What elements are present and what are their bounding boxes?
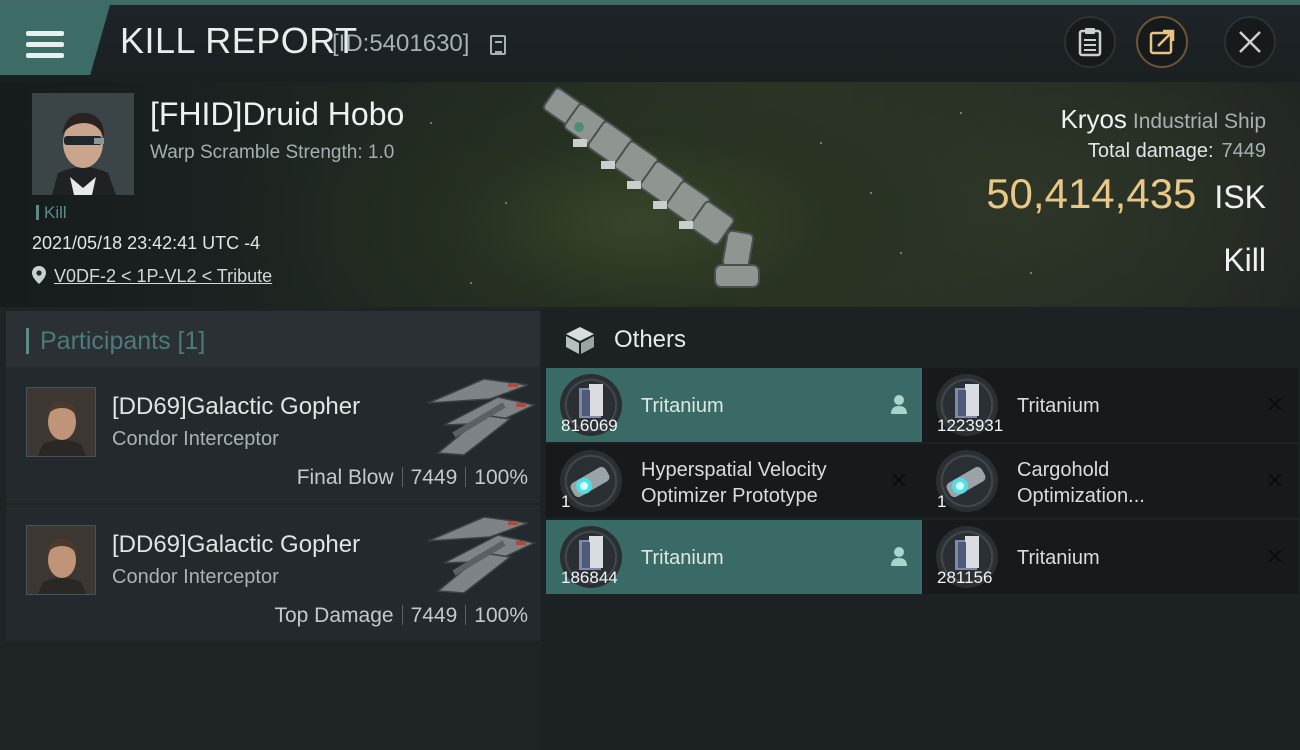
item-quantity: 1223931 bbox=[937, 416, 1004, 435]
participants-header: Participants [1] bbox=[6, 311, 540, 368]
result-tag: Kill bbox=[36, 203, 67, 223]
close-icon bbox=[1239, 31, 1261, 53]
participant-ship: Condor Interceptor bbox=[112, 566, 279, 588]
others-title: Others bbox=[614, 326, 687, 353]
cube-icon bbox=[566, 327, 594, 354]
item-quantity: 281156 bbox=[937, 568, 993, 587]
destroyed-x-icon bbox=[1264, 469, 1286, 491]
participant-ship: Condor Interceptor bbox=[112, 428, 279, 450]
participant-avatar[interactable] bbox=[26, 387, 96, 457]
close-button[interactable] bbox=[1224, 16, 1276, 68]
total-damage-label: Total damage: bbox=[1087, 140, 1214, 162]
item-name: Hyperspatial Velocity Optimizer Prototyp… bbox=[641, 457, 827, 509]
hamburger-menu-icon bbox=[26, 31, 64, 58]
pilot-portrait-image bbox=[27, 526, 95, 594]
loot-item[interactable]: 186844 Tritanium bbox=[546, 520, 922, 594]
others-header: Others bbox=[542, 307, 1300, 367]
item-name-line: Optimization... bbox=[1017, 485, 1145, 507]
participant-row[interactable]: [DD69]Galactic Gopher Condor Interceptor… bbox=[6, 505, 540, 641]
participant-role: Final Blow bbox=[296, 466, 394, 489]
loot-item[interactable]: 1 Cargohold Optimization... bbox=[922, 444, 1298, 518]
dropped-person-icon bbox=[888, 393, 910, 415]
participant-row[interactable]: [DD69]Galactic Gopher Condor Interceptor… bbox=[6, 367, 540, 503]
loot-item[interactable]: 1223931 Tritanium bbox=[922, 368, 1298, 442]
isk-amount: 50,414,435 bbox=[986, 170, 1197, 217]
participant-damage: 7449 bbox=[410, 466, 458, 489]
participants-panel: Participants [1] [DD69]Galactic Gopher C… bbox=[0, 307, 542, 750]
item-name: Tritanium bbox=[1017, 547, 1100, 569]
item-name-line: Hyperspatial Velocity bbox=[641, 459, 827, 481]
share-button[interactable] bbox=[1136, 16, 1188, 68]
ship-class: Industrial Ship bbox=[1132, 110, 1266, 133]
participant-stats: Final Blow 7449 100% bbox=[297, 466, 528, 490]
item-quantity: 186844 bbox=[561, 568, 618, 587]
victim-ship-render[interactable] bbox=[535, 87, 775, 302]
item-name-line: Cargohold bbox=[1017, 459, 1110, 481]
destroyed-x-icon bbox=[888, 469, 910, 491]
victim-name[interactable]: [FHID]Druid Hobo bbox=[150, 96, 404, 133]
ship-name[interactable]: Kryos Industrial Ship bbox=[1060, 104, 1266, 135]
kill-datetime: 2021/05/18 23:42:41 UTC -4 bbox=[32, 233, 261, 253]
total-damage-value: 7449 bbox=[1221, 140, 1267, 162]
others-panel: Others 816069 Tritanium 1223931 Tritaniu… bbox=[542, 307, 1300, 750]
item-name-line: Optimizer Prototype bbox=[641, 485, 818, 507]
participant-name[interactable]: [DD69]Galactic Gopher bbox=[112, 393, 360, 421]
attacker-ship-render[interactable] bbox=[424, 513, 536, 595]
participant-percent: 100% bbox=[474, 466, 528, 489]
item-name: Cargohold Optimization... bbox=[1017, 457, 1145, 509]
item-name: Tritanium bbox=[1017, 395, 1100, 417]
item-quantity: 816069 bbox=[561, 416, 618, 435]
pilot-portrait-image bbox=[27, 388, 95, 456]
loot-item[interactable]: 281156 Tritanium bbox=[922, 520, 1298, 594]
kill-location-link[interactable]: V0DF-2 < 1P-VL2 < Tribute bbox=[54, 266, 272, 287]
item-name: Tritanium bbox=[641, 395, 724, 417]
participant-role: Top Damage bbox=[274, 604, 394, 627]
participant-stats: Top Damage 7449 100% bbox=[274, 604, 528, 628]
kill-summary: [FHID]Druid Hobo Warp Scramble Strength:… bbox=[0, 82, 1300, 307]
item-name: Tritanium bbox=[641, 547, 724, 569]
participants-title: Participants [1] bbox=[40, 327, 206, 355]
attacker-ship-render[interactable] bbox=[424, 375, 536, 457]
clipboard-button[interactable] bbox=[1064, 16, 1116, 68]
loot-item[interactable]: 1 Hyperspatial Velocity Optimizer Protot… bbox=[546, 444, 922, 518]
menu-button[interactable] bbox=[0, 5, 110, 75]
page-title: KILL REPORT bbox=[120, 20, 358, 61]
loot-item[interactable]: 816069 Tritanium bbox=[546, 368, 922, 442]
total-damage: Total damage: 7449 bbox=[1088, 140, 1266, 163]
dropped-person-icon bbox=[888, 545, 910, 567]
item-quantity: 1 bbox=[561, 492, 571, 511]
destroyed-x-icon bbox=[1264, 545, 1286, 567]
clipboard-icon bbox=[1078, 28, 1102, 57]
participant-avatar[interactable] bbox=[26, 525, 96, 595]
victim-portrait[interactable] bbox=[32, 93, 134, 195]
kill-result: Kill bbox=[1223, 242, 1266, 278]
participant-damage: 7449 bbox=[410, 604, 458, 627]
participant-name[interactable]: [DD69]Galactic Gopher bbox=[112, 531, 360, 559]
top-bar: KILL REPORT [ID:5401630] bbox=[0, 0, 1300, 82]
pilot-portrait-image bbox=[32, 93, 134, 195]
share-icon bbox=[1149, 29, 1175, 55]
item-quantity: 1 bbox=[937, 492, 947, 511]
destroyed-x-icon bbox=[1264, 393, 1286, 415]
location-pin-icon bbox=[32, 266, 46, 284]
ship-type-name: Kryos bbox=[1060, 104, 1127, 134]
report-id: [ID:5401630] bbox=[332, 30, 470, 57]
isk-unit: ISK bbox=[1214, 179, 1266, 215]
participant-percent: 100% bbox=[474, 604, 528, 627]
copy-id-icon[interactable] bbox=[490, 35, 506, 55]
isk-value: 50,414,435 ISK bbox=[986, 170, 1266, 218]
warp-scramble-strength: Warp Scramble Strength: 1.0 bbox=[150, 142, 395, 163]
